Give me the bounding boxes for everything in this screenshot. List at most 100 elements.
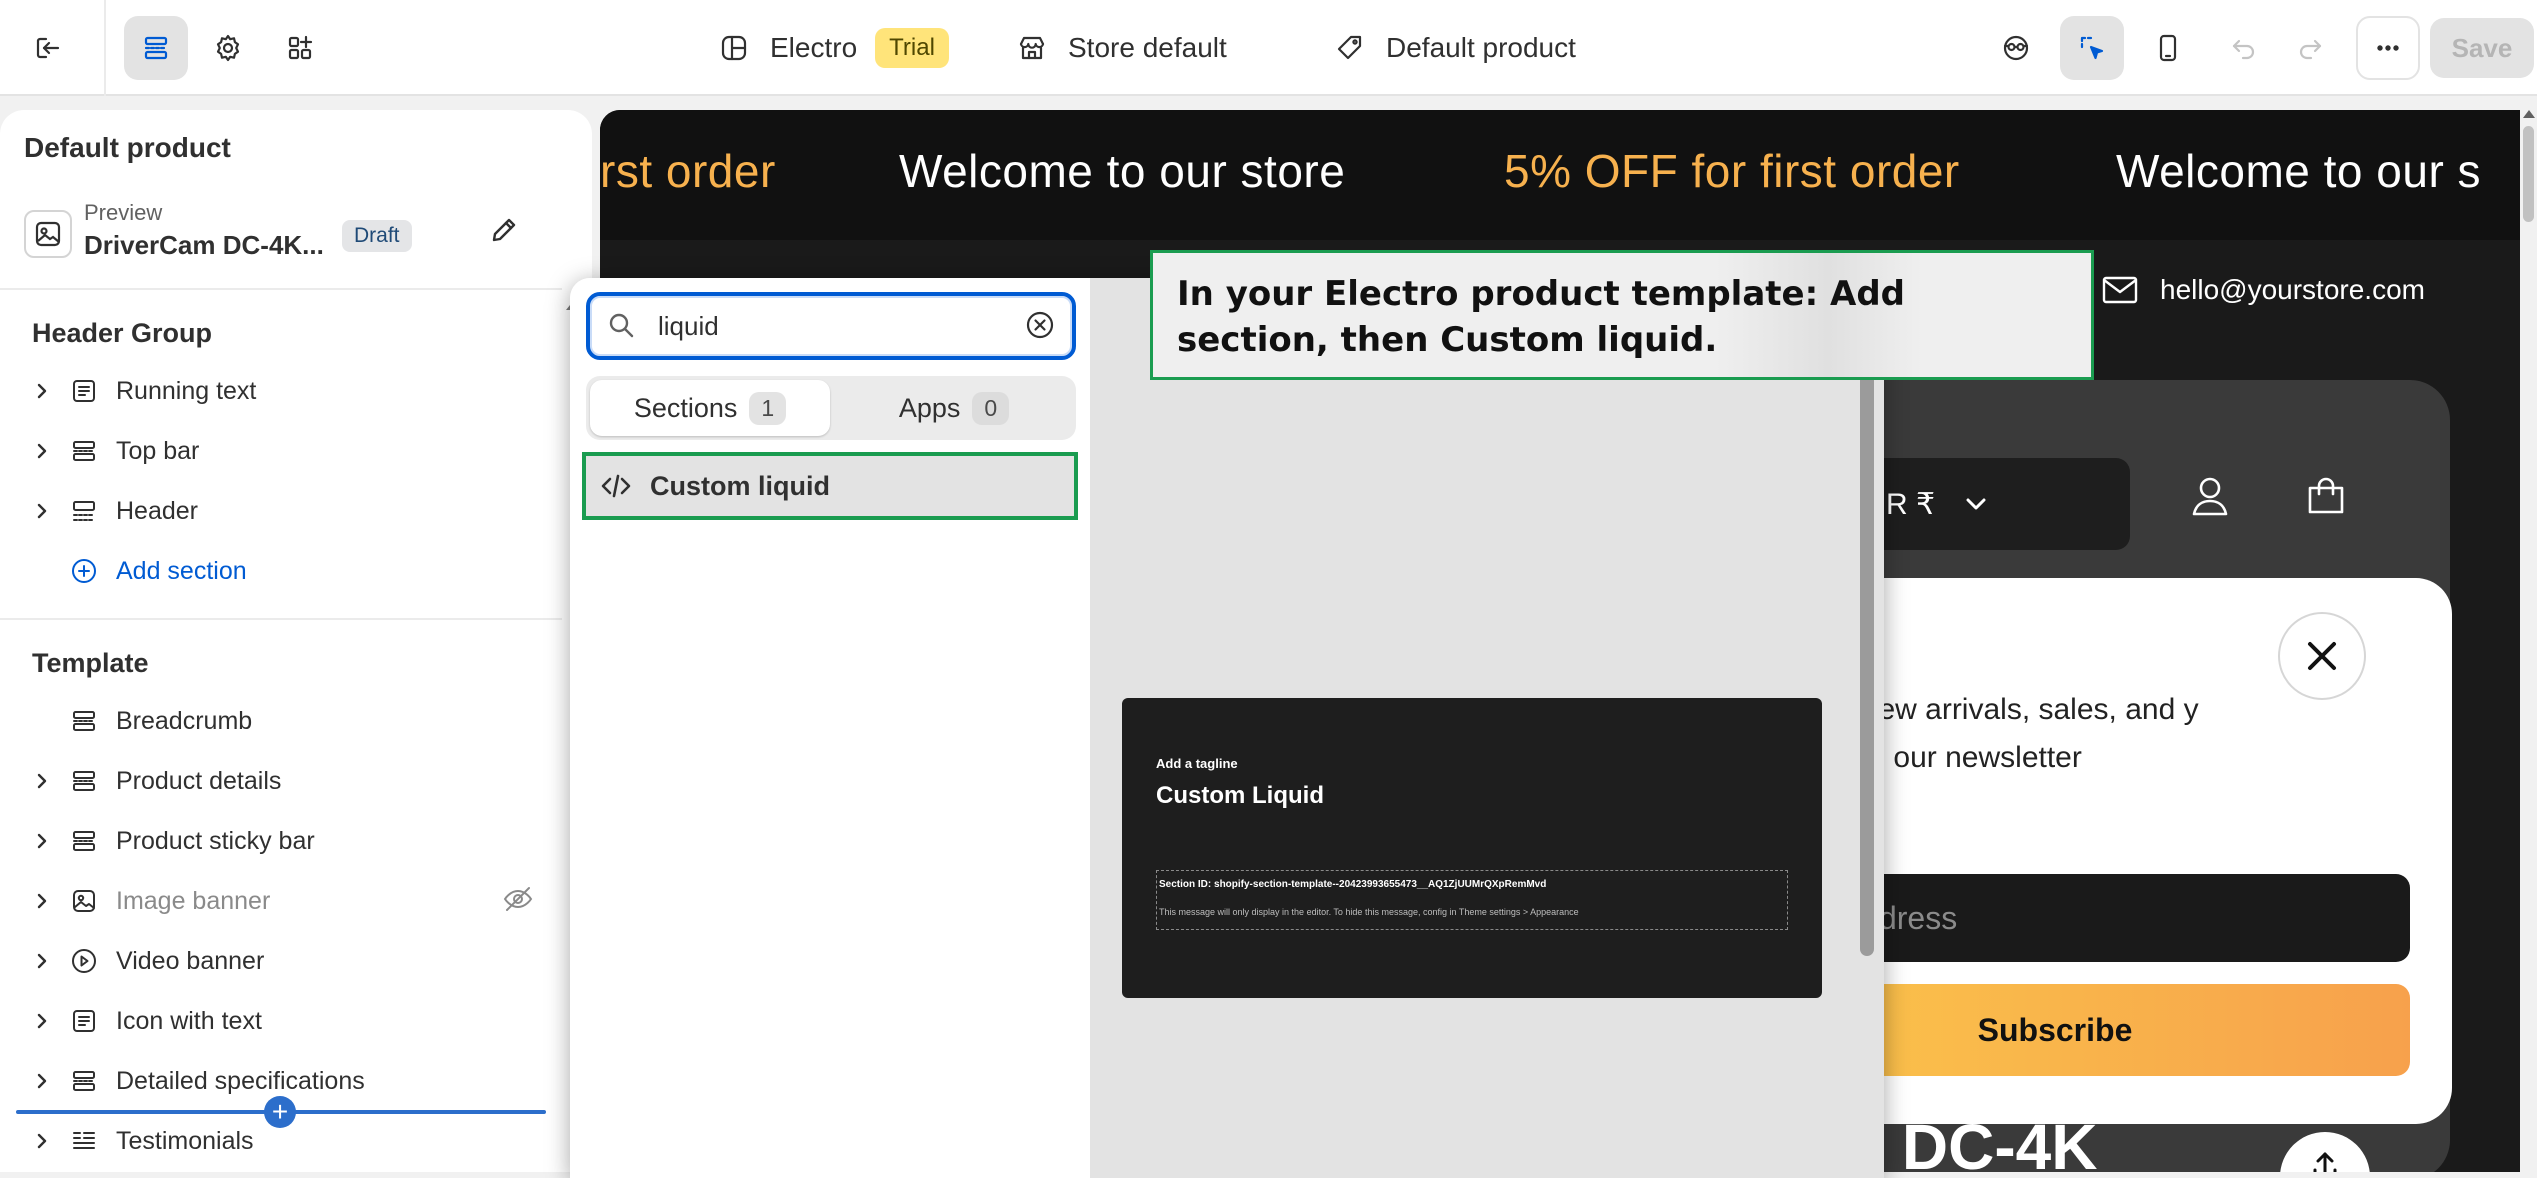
search-icon: [606, 310, 638, 342]
theme-selector-label: Store default: [1068, 32, 1227, 63]
sidebar-item-label: Top bar: [116, 436, 200, 465]
sidebar-item-label: Running text: [116, 376, 257, 405]
more-horizontal-icon: [2377, 45, 2399, 51]
chevron-right-icon[interactable]: [28, 377, 56, 405]
sidebar-item-label: Header: [116, 496, 198, 525]
sections-icon: [144, 36, 168, 60]
shopping-bag-icon: [2308, 477, 2344, 514]
running-text[interactable]: rst order Welcome to our store 5% OFF fo…: [600, 110, 2520, 240]
undo-button[interactable]: [2212, 16, 2276, 80]
sidebar-item-header[interactable]: Header: [28, 485, 538, 537]
sidebar-item-label: Product details: [116, 766, 282, 795]
mobile-icon: [2159, 34, 2177, 62]
sidebar-item-product-details[interactable]: Product details: [28, 755, 538, 807]
more-actions-button[interactable]: [2356, 16, 2420, 80]
store-icon: [1019, 36, 1045, 60]
chevron-right-icon[interactable]: [28, 887, 56, 915]
tag-icon: [1337, 35, 1362, 60]
account-button[interactable]: [2186, 472, 2238, 524]
contact-email[interactable]: hello@yourstore.com: [2100, 270, 2425, 310]
picker-results-panel: Sections 1 Apps 0 Custom liquid: [570, 278, 1090, 1178]
apps-button[interactable]: [268, 16, 332, 80]
sections-sidebar: Default product Preview DriverCam DC-4K.…: [0, 110, 592, 1172]
marquee-text: rst order: [600, 145, 776, 197]
preview-scrollbar[interactable]: [2520, 110, 2537, 1172]
redo-button[interactable]: [2278, 16, 2342, 80]
section-icon: [68, 435, 100, 467]
sidebar-item-label: Testimonials: [116, 1126, 254, 1155]
exit-button[interactable]: [16, 16, 80, 80]
preview-product-selector[interactable]: Preview DriverCam DC-4K... Draft: [24, 200, 564, 274]
newsletter-close-button[interactable]: [2278, 612, 2366, 700]
chevron-right-icon[interactable]: [28, 437, 56, 465]
add-section-button[interactable]: Add section: [28, 545, 538, 597]
section-search-input[interactable]: [658, 306, 1008, 346]
preview-editor-message: Section ID: shopify-section-template--20…: [1156, 870, 1788, 930]
tab-label: Apps: [898, 392, 961, 423]
sidebar-item-video-banner[interactable]: Video banner: [28, 935, 538, 987]
sidebar-item-image-banner[interactable]: Image banner: [28, 875, 538, 927]
section-icon: [68, 825, 100, 857]
inspector-icon: [2003, 35, 2029, 61]
clear-search-icon[interactable]: [1024, 309, 1058, 343]
section-icon: [68, 765, 100, 797]
divider: [104, 0, 106, 96]
sidebar-item-product-sticky-bar[interactable]: Product sticky bar: [28, 815, 538, 867]
picker-scrollbar-thumb[interactable]: [1860, 368, 1874, 956]
header-group-title: Header Group: [32, 318, 213, 348]
theme-selector[interactable]: Store default: [1016, 26, 1227, 70]
result-custom-liquid[interactable]: Custom liquid: [582, 452, 1078, 520]
marquee-text: Welcome to our s: [2116, 145, 2482, 197]
share-icon: [2313, 1152, 2337, 1172]
code-icon: [601, 474, 631, 498]
template-group-title: Template: [32, 648, 149, 678]
tab-sections[interactable]: Sections 1: [590, 380, 830, 436]
edit-pencil-icon[interactable]: [488, 214, 528, 254]
hidden-eye-icon[interactable]: [502, 883, 538, 919]
sidebar-item-label: Image banner: [116, 886, 271, 915]
mobile-preview-button[interactable]: [2136, 16, 2200, 80]
section-search[interactable]: [586, 292, 1076, 360]
sidebar-item-label: Product sticky bar: [116, 826, 315, 855]
sidebar-item-running-text[interactable]: Running text: [28, 365, 538, 417]
layout-icon: [721, 35, 747, 61]
plus-circle-icon: [68, 555, 100, 587]
section-icon: [68, 1065, 100, 1097]
draft-badge: Draft: [342, 220, 412, 252]
instruction-banner: In your Electro product template: Add se…: [1150, 250, 2094, 380]
user-icon: [2192, 477, 2228, 516]
sections-button[interactable]: [124, 16, 188, 80]
product-image-icon: [24, 210, 72, 258]
save-button[interactable]: Save: [2430, 18, 2534, 78]
mail-icon: [2102, 276, 2138, 304]
chevron-right-icon[interactable]: [28, 827, 56, 855]
result-label: Custom liquid: [650, 470, 830, 501]
chevron-right-icon[interactable]: [28, 1007, 56, 1035]
tab-apps[interactable]: Apps 0: [834, 380, 1074, 436]
scroll-up-arrow-icon[interactable]: [2523, 110, 2535, 118]
chevron-right-icon[interactable]: [28, 1127, 56, 1155]
exit-icon: [36, 37, 60, 59]
marquee-text: 5% OFF for first order: [1504, 145, 1960, 197]
divider: [0, 618, 562, 620]
tab-count: 1: [749, 391, 787, 425]
sidebar-item-breadcrumb[interactable]: Breadcrumb: [28, 695, 538, 747]
preview-product-name: DriverCam DC-4K...: [84, 230, 324, 260]
chevron-right-icon[interactable]: [28, 1067, 56, 1095]
section-icon: [68, 705, 100, 737]
chevron-right-icon[interactable]: [28, 947, 56, 975]
sidebar-item-icon-with-text[interactable]: Icon with text: [28, 995, 538, 1047]
insert-section-plus-icon[interactable]: +: [264, 1096, 296, 1128]
apps-icon: [288, 35, 313, 60]
cart-button[interactable]: [2302, 472, 2354, 524]
sidebar-item-top-bar[interactable]: Top bar: [28, 425, 538, 477]
chevron-right-icon[interactable]: [28, 497, 56, 525]
theme-settings-button[interactable]: [196, 16, 260, 80]
select-element-button[interactable]: [2060, 16, 2124, 80]
template-selector[interactable]: Default product: [1334, 26, 1576, 70]
sidebar-item-label: Detailed specifications: [116, 1066, 365, 1095]
scrollbar-thumb[interactable]: [2523, 126, 2534, 222]
play-icon: [68, 945, 100, 977]
inspector-toggle[interactable]: [1984, 16, 2048, 80]
chevron-right-icon[interactable]: [28, 767, 56, 795]
